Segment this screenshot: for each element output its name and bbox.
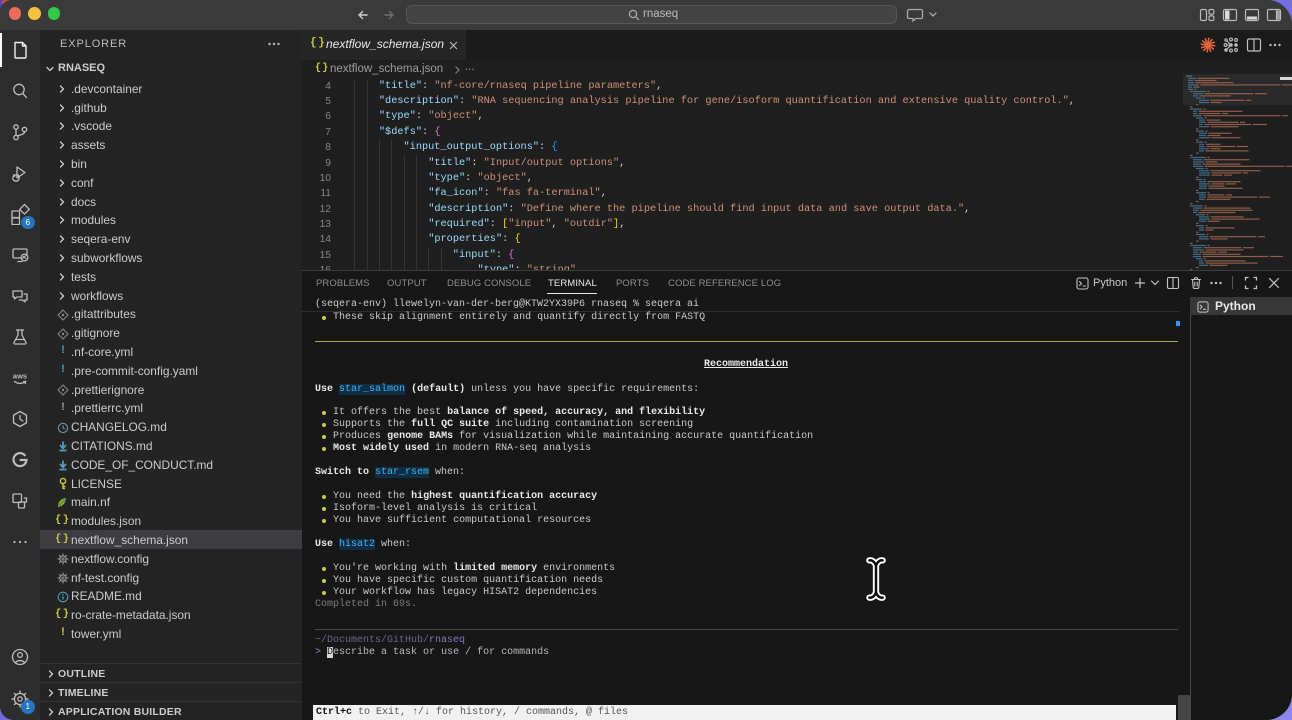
svg-text:aws: aws (13, 372, 27, 381)
